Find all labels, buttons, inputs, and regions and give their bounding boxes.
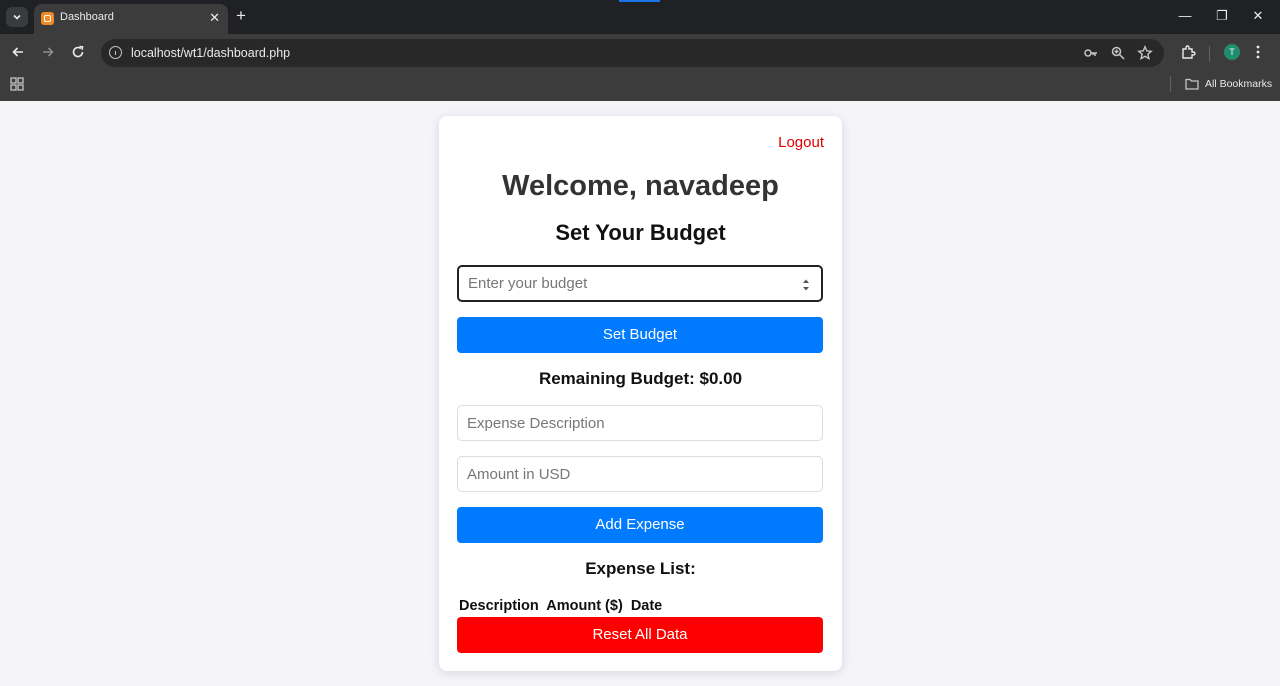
maximize-button[interactable]: ❐ bbox=[1215, 8, 1229, 24]
profile-avatar[interactable]: T bbox=[1224, 44, 1240, 60]
url-text[interactable]: localhost/wt1/dashboard.php bbox=[131, 46, 290, 60]
forward-button[interactable] bbox=[39, 43, 57, 61]
number-spinner-icon[interactable] bbox=[801, 277, 811, 293]
chevron-down-icon bbox=[13, 14, 21, 20]
tab-search-button[interactable] bbox=[6, 7, 28, 27]
arrow-left-icon bbox=[12, 47, 23, 57]
browser-toolbar: localhost/wt1/dashboard.php T bbox=[0, 34, 1280, 70]
tab-title: Dashboard bbox=[60, 11, 114, 23]
set-budget-button[interactable]: Set Budget bbox=[457, 317, 823, 353]
remaining-budget: Remaining Budget: $0.00 bbox=[538, 369, 743, 388]
reload-icon bbox=[72, 45, 84, 58]
folder-icon[interactable] bbox=[1185, 78, 1199, 90]
address-bar[interactable]: localhost/wt1/dashboard.php bbox=[101, 39, 1164, 67]
new-tab-button[interactable]: + bbox=[236, 6, 246, 26]
welcome-heading: Welcome, navadeep bbox=[502, 170, 779, 202]
amount-input[interactable] bbox=[457, 456, 823, 492]
arrow-right-icon bbox=[43, 47, 54, 57]
toolbar-separator bbox=[1209, 46, 1210, 62]
expense-description-input[interactable] bbox=[457, 405, 823, 441]
reset-all-button[interactable]: Reset All Data bbox=[457, 617, 823, 653]
star-icon[interactable] bbox=[1137, 45, 1153, 61]
apps-grid-icon[interactable] bbox=[10, 77, 24, 91]
tab-dashboard[interactable]: Dashboard ✕ bbox=[34, 4, 228, 34]
set-budget-heading: Set Your Budget bbox=[555, 220, 726, 245]
minimize-button[interactable]: — bbox=[1178, 8, 1192, 24]
expense-table-header: Description Amount ($) Date bbox=[459, 598, 666, 614]
logout-link[interactable]: Logout bbox=[778, 134, 824, 151]
close-window-button[interactable]: ✕ bbox=[1251, 8, 1265, 24]
column-description: Description bbox=[459, 598, 539, 614]
tab-strip: Dashboard ✕ + — ❐ ✕ bbox=[0, 0, 1280, 34]
dashboard-card: Logout Welcome, navadeep Set Your Budget… bbox=[439, 116, 842, 671]
reload-button[interactable] bbox=[69, 43, 87, 61]
key-icon[interactable] bbox=[1083, 45, 1099, 61]
more-menu-icon[interactable] bbox=[1254, 44, 1262, 60]
expense-list-heading: Expense List: bbox=[585, 559, 696, 578]
all-bookmarks-link[interactable]: All Bookmarks bbox=[1205, 78, 1272, 90]
zoom-icon[interactable] bbox=[1110, 45, 1126, 61]
extensions-icon[interactable] bbox=[1180, 44, 1196, 60]
column-date: Date bbox=[630, 598, 663, 614]
site-info-icon[interactable] bbox=[109, 46, 122, 59]
bookmarks-bar: All Bookmarks bbox=[0, 70, 1280, 101]
tab-close-icon[interactable]: ✕ bbox=[209, 10, 220, 26]
budget-input[interactable] bbox=[457, 265, 823, 302]
browser-chrome: Dashboard ✕ + — ❐ ✕ localhost/wt1/dashbo… bbox=[0, 0, 1280, 101]
column-amount: Amount ($) bbox=[546, 598, 623, 614]
xampp-favicon-icon bbox=[41, 12, 54, 25]
back-button[interactable] bbox=[9, 43, 27, 61]
add-expense-button[interactable]: Add Expense bbox=[457, 507, 823, 543]
active-indicator bbox=[619, 0, 660, 2]
bookmarks-separator bbox=[1170, 76, 1171, 92]
